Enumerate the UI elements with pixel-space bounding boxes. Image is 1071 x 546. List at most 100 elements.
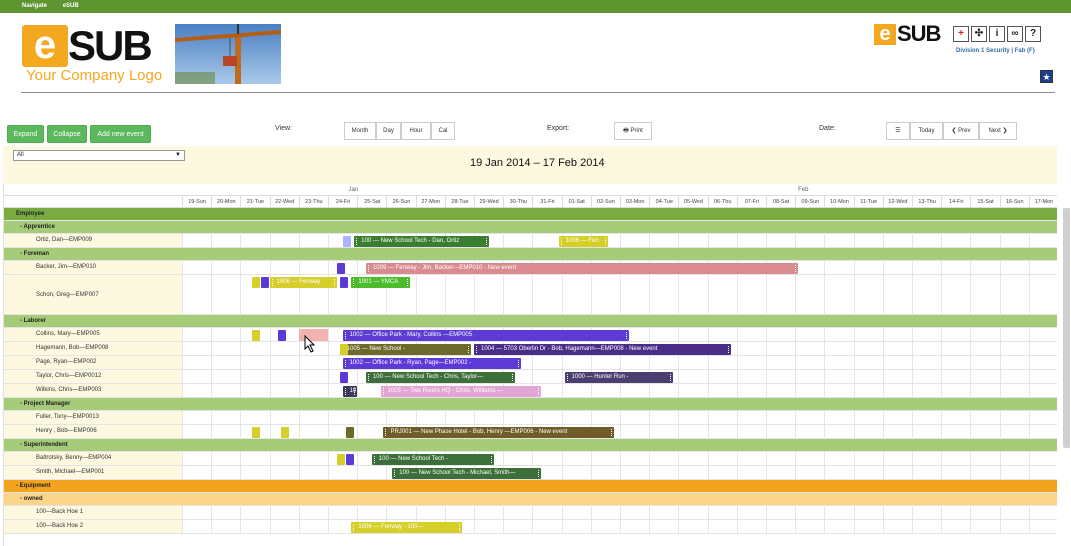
expand-button[interactable]: Expand (7, 125, 44, 143)
row-gridlines (182, 384, 1057, 397)
event-bar[interactable]: 100 — New School Tech - (371, 454, 495, 465)
event-bar[interactable]: 1002 — Office Park - Ryan, Page—EMP002 - (342, 358, 521, 369)
star-icon[interactable]: ★ (1040, 70, 1053, 83)
subgroup-row[interactable]: - Laborer (4, 315, 1057, 328)
event-bar[interactable]: 10 (342, 386, 358, 397)
day-header-cell: 26-Sun (386, 196, 415, 208)
add-new-event-button[interactable]: Add new event (90, 125, 151, 143)
mini-event-marker[interactable] (345, 427, 354, 438)
resource-row: 100—Back Hoe 1 (4, 506, 1057, 520)
subgroup-label: - Project Manager (20, 401, 71, 407)
medical-plus-icon[interactable]: + (953, 26, 969, 42)
day-header-cell: 24-Fri (328, 196, 357, 208)
event-bar[interactable]: 1005 — New School - (339, 344, 472, 355)
row-gridlines (182, 425, 1057, 438)
mini-event-marker[interactable] (281, 427, 290, 438)
view-cal-button[interactable]: Cal (431, 122, 455, 140)
view-hour-button[interactable]: Hour (401, 122, 431, 140)
vertical-scrollbar[interactable] (1063, 208, 1070, 448)
resource-row: Taylor, Chris—EMP0012 (4, 370, 1057, 384)
event-bar[interactable]: 1006 — Fenway (269, 277, 337, 288)
event-bar[interactable]: 1006 — Fenway - 100— (351, 522, 463, 533)
resource-row: Baltrotsky, Benny—EMP004 (4, 452, 1057, 466)
help-icon[interactable]: ? (1025, 26, 1041, 42)
mini-event-marker[interactable] (260, 277, 269, 288)
event-bar[interactable]: 1009 — Fenway - Jim, Backer—EMP010 - New… (365, 263, 799, 274)
move-arrows-icon[interactable]: ✣ (971, 26, 987, 42)
logo-sub-text: SUB (68, 22, 153, 69)
chevron-down-icon: ▼ (175, 152, 181, 158)
view-day-button[interactable]: Day (376, 122, 401, 140)
subgroup-row[interactable]: - Foreman (4, 248, 1057, 261)
event-bar[interactable]: 1006 — Fen (558, 236, 609, 247)
collapse-button[interactable]: Collapse (47, 125, 87, 143)
row-gridlines (182, 506, 1057, 519)
next-button[interactable]: Next ❯ (979, 122, 1017, 140)
event-bar[interactable]: 1001 — YMCA (351, 277, 410, 288)
group-label: - Equipment (16, 483, 51, 489)
event-bar[interactable]: 1000 — Hunter Run - (564, 372, 673, 383)
subgroup-label: - Laborer (20, 318, 47, 324)
day-header: 19-Sun 20-Mon 21-Tue 22-Wed 23-Thu 24-Fri 25-S… (4, 196, 1057, 208)
mini-event-marker[interactable] (336, 263, 345, 274)
nav-navigate-link[interactable]: Navigate (22, 3, 47, 9)
next-label: Next (988, 128, 1001, 134)
subgroup-row[interactable]: - owned (4, 493, 1057, 506)
mini-event-marker[interactable] (339, 372, 348, 383)
user-link[interactable]: Fab (F) (1015, 48, 1035, 54)
day-header-cell: 22-Wed (269, 196, 299, 208)
mini-event-marker[interactable] (278, 330, 287, 341)
day-header-cell: 12-Wed (882, 196, 912, 208)
row-gridlines (182, 452, 1057, 465)
day-header-cell: 21-Tue (240, 196, 269, 208)
resource-name: Schon, Greg—EMP007 (4, 275, 182, 314)
event-bar[interactable]: 100 — New School Tech - Chris, Taylor— (365, 372, 515, 383)
event-bar[interactable]: PRJ001 — New Phase Hotel - Bob, Henry —E… (383, 427, 615, 438)
event-bar[interactable]: 100 — New School Tech - Michael, Smith— (392, 468, 542, 479)
subgroup-label: - Apprentice (20, 224, 55, 230)
binoculars-icon[interactable]: ∞ (1007, 26, 1023, 42)
view-month-button[interactable]: Month (344, 122, 376, 140)
event-bar[interactable]: 1004 — 5703 Oberlin Dr - Bob, Hagemann—E… (474, 344, 731, 355)
prev-button[interactable]: ❮ Prev (943, 122, 979, 140)
row-gridlines (182, 356, 1057, 369)
row-gridlines (182, 466, 1057, 479)
subgroup-row[interactable]: - Apprentice (4, 221, 1057, 234)
today-button[interactable]: Today (910, 122, 943, 140)
event-bar[interactable]: 100 — New School Tech - Dan, Ortiz (354, 236, 489, 247)
day-header-cell: 13-Thu (912, 196, 941, 208)
event-bar[interactable]: 1003 — Two Rivers HQ - Chris, Williams — (380, 386, 542, 397)
subgroup-row[interactable]: - Superintendent (4, 439, 1057, 452)
mini-event-marker[interactable] (336, 454, 345, 465)
logo-e-mark: e (22, 25, 68, 67)
day-header-cell: 23-Thu (298, 196, 328, 208)
filter-select[interactable]: All ▼ (13, 150, 185, 161)
filter-value: All (17, 152, 24, 158)
day-header-cell: 30-Thu (503, 196, 532, 208)
mini-event-marker[interactable] (339, 277, 348, 288)
row-gridlines (182, 411, 1057, 424)
subgroup-row[interactable]: - Project Manager (4, 398, 1057, 411)
day-header-cell: 17-Mon (1028, 196, 1057, 208)
day-header-cell: 07-Fri (736, 196, 766, 208)
day-header-cell: 03-Mon (620, 196, 649, 208)
mini-event-marker[interactable] (342, 236, 351, 247)
group-row[interactable]: Employee (4, 208, 1057, 221)
mini-event-marker[interactable] (252, 277, 261, 288)
event-bar[interactable]: 1002 — Office Park - Mary, Collins —EMP0… (342, 330, 629, 341)
day-header-cell: 08-Sat (766, 196, 795, 208)
mini-event-marker[interactable] (252, 427, 261, 438)
mini-event-marker[interactable] (339, 344, 348, 355)
group-row[interactable]: - Equipment (4, 480, 1057, 493)
list-icon[interactable]: ☰ (886, 122, 910, 140)
division-link[interactable]: Division 1 Security (956, 48, 1010, 54)
day-header-cell: 20-Mon (211, 196, 240, 208)
day-header-cell: 31-Fri (532, 196, 561, 208)
info-icon[interactable]: i (989, 26, 1005, 42)
day-header-cell: 27-Mon (415, 196, 445, 208)
mini-event-marker[interactable] (252, 330, 261, 341)
nav-esub-link[interactable]: eSUB (63, 3, 79, 9)
print-button[interactable]: 🖶 Print (614, 122, 652, 140)
crane-image (175, 24, 281, 84)
mini-event-marker[interactable] (345, 454, 354, 465)
